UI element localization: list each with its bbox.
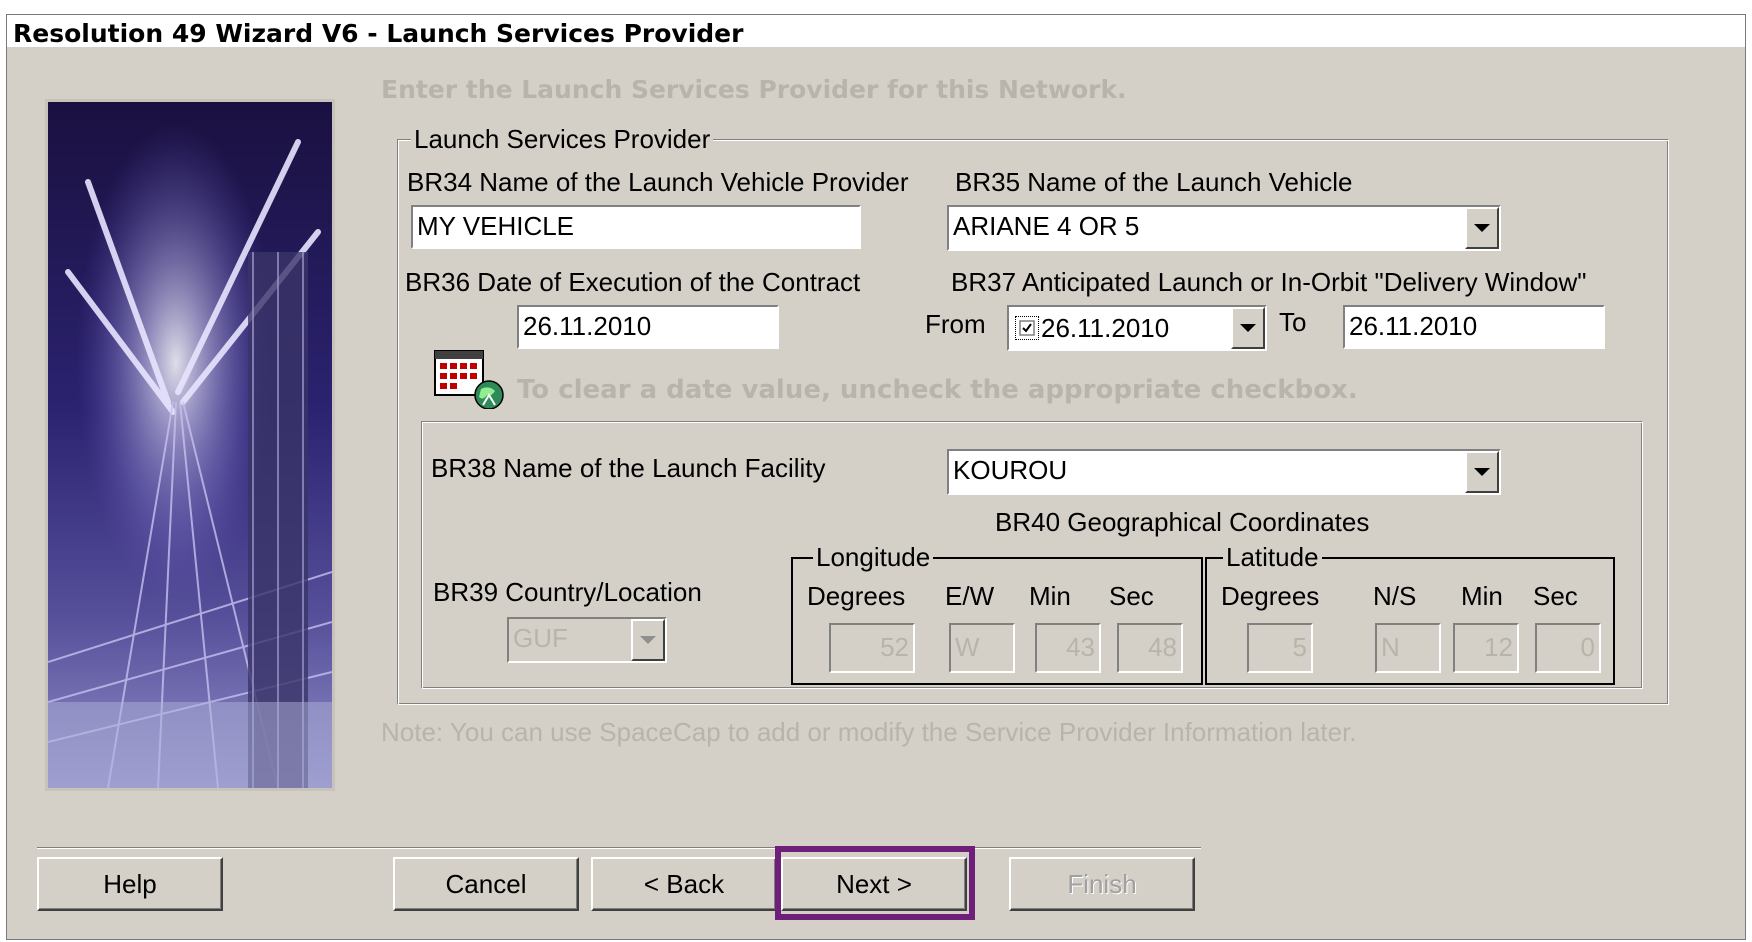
from-label: From bbox=[925, 309, 986, 339]
checkbox-icon bbox=[1019, 320, 1035, 336]
latitude-degrees-field[interactable]: 5 bbox=[1247, 623, 1313, 673]
br39-label: BR39 Country/Location bbox=[433, 577, 702, 607]
br40-label: BR40 Geographical Coordinates bbox=[995, 507, 1370, 537]
button-separator bbox=[37, 847, 1201, 849]
from-date-picker[interactable]: 26.11.2010 bbox=[1007, 305, 1267, 351]
longitude-min-header: Min bbox=[1029, 581, 1071, 611]
calendar-icon bbox=[434, 350, 504, 410]
wizard-side-image bbox=[45, 99, 335, 791]
longitude-degrees-field[interactable]: 52 bbox=[829, 623, 915, 673]
longitude-degrees-header: Degrees bbox=[807, 581, 906, 611]
country-location-dropdown-button[interactable] bbox=[631, 619, 665, 661]
latitude-degrees-header: Degrees bbox=[1221, 581, 1320, 611]
br36-label: BR36 Date of Execution of the Contract bbox=[405, 267, 861, 297]
from-date-value: 26.11.2010 bbox=[1041, 313, 1170, 343]
launch-vehicle-dropdown-button[interactable] bbox=[1465, 207, 1499, 249]
next-button-highlight bbox=[775, 846, 975, 920]
chevron-down-icon bbox=[1474, 224, 1490, 232]
launch-facility-dropdown-button[interactable] bbox=[1465, 451, 1499, 493]
globe-icon bbox=[474, 380, 504, 410]
window-title: Resolution 49 Wizard V6 - Launch Service… bbox=[13, 19, 744, 48]
latitude-min-header: Min bbox=[1461, 581, 1503, 611]
latitude-legend: Latitude bbox=[1223, 543, 1322, 571]
chevron-down-icon bbox=[1240, 324, 1256, 332]
help-button[interactable]: Help bbox=[37, 857, 223, 911]
from-date-dropdown-button[interactable] bbox=[1231, 307, 1265, 349]
back-button[interactable]: < Back bbox=[591, 857, 777, 911]
latitude-ns-field[interactable]: N bbox=[1375, 623, 1441, 673]
country-location-value: GUF bbox=[513, 623, 568, 653]
calendar-globe-icon-group bbox=[433, 345, 513, 410]
to-label: To bbox=[1279, 307, 1307, 337]
cancel-button[interactable]: Cancel bbox=[393, 857, 579, 911]
launch-facility-combobox[interactable]: KOUROU bbox=[947, 449, 1501, 495]
longitude-ew-field[interactable]: W bbox=[949, 623, 1015, 673]
date-hint-text: To clear a date value, uncheck the appro… bbox=[517, 375, 1358, 405]
longitude-ew-header: E/W bbox=[945, 581, 995, 611]
br34-label: BR34 Name of the Launch Vehicle Provider bbox=[407, 167, 909, 197]
longitude-sec-field[interactable]: 48 bbox=[1117, 623, 1183, 673]
launch-vehicle-value: ARIANE 4 OR 5 bbox=[953, 211, 1140, 241]
contract-date-input[interactable]: 26.11.2010 bbox=[517, 305, 779, 349]
title-bar: Resolution 49 Wizard V6 - Launch Service… bbox=[7, 15, 1745, 48]
longitude-sec-header: Sec bbox=[1109, 581, 1154, 611]
longitude-min-field[interactable]: 43 bbox=[1035, 623, 1101, 673]
launch-vehicle-combobox[interactable]: ARIANE 4 OR 5 bbox=[947, 205, 1501, 251]
latitude-ns-header: N/S bbox=[1373, 581, 1417, 611]
instruction-text: Enter the Launch Services Provider for t… bbox=[381, 75, 1127, 104]
br37-label: BR37 Anticipated Launch or In-Orbit "Del… bbox=[951, 267, 1587, 297]
to-date-input[interactable]: 26.11.2010 bbox=[1343, 305, 1605, 349]
br35-label: BR35 Name of the Launch Vehicle bbox=[955, 167, 1353, 197]
chevron-down-icon bbox=[640, 636, 656, 644]
chevron-down-icon bbox=[1474, 468, 1490, 476]
country-location-combobox[interactable]: GUF bbox=[507, 617, 667, 663]
launch-services-legend: Launch Services Provider bbox=[411, 125, 714, 153]
latitude-sec-field[interactable]: 0 bbox=[1535, 623, 1601, 673]
wizard-window: Resolution 49 Wizard V6 - Launch Service… bbox=[6, 14, 1746, 940]
launch-facility-value: KOUROU bbox=[953, 455, 1068, 485]
launch-vehicle-provider-input[interactable]: MY VEHICLE bbox=[411, 205, 861, 249]
br38-label: BR38 Name of the Launch Facility bbox=[431, 453, 826, 483]
latitude-sec-header: Sec bbox=[1533, 581, 1578, 611]
latitude-min-field[interactable]: 12 bbox=[1453, 623, 1519, 673]
finish-button[interactable]: Finish bbox=[1009, 857, 1195, 911]
longitude-legend: Longitude bbox=[813, 543, 934, 571]
from-date-checkbox[interactable] bbox=[1015, 316, 1039, 340]
note-text: Note: You can use SpaceCap to add or mod… bbox=[381, 717, 1357, 747]
